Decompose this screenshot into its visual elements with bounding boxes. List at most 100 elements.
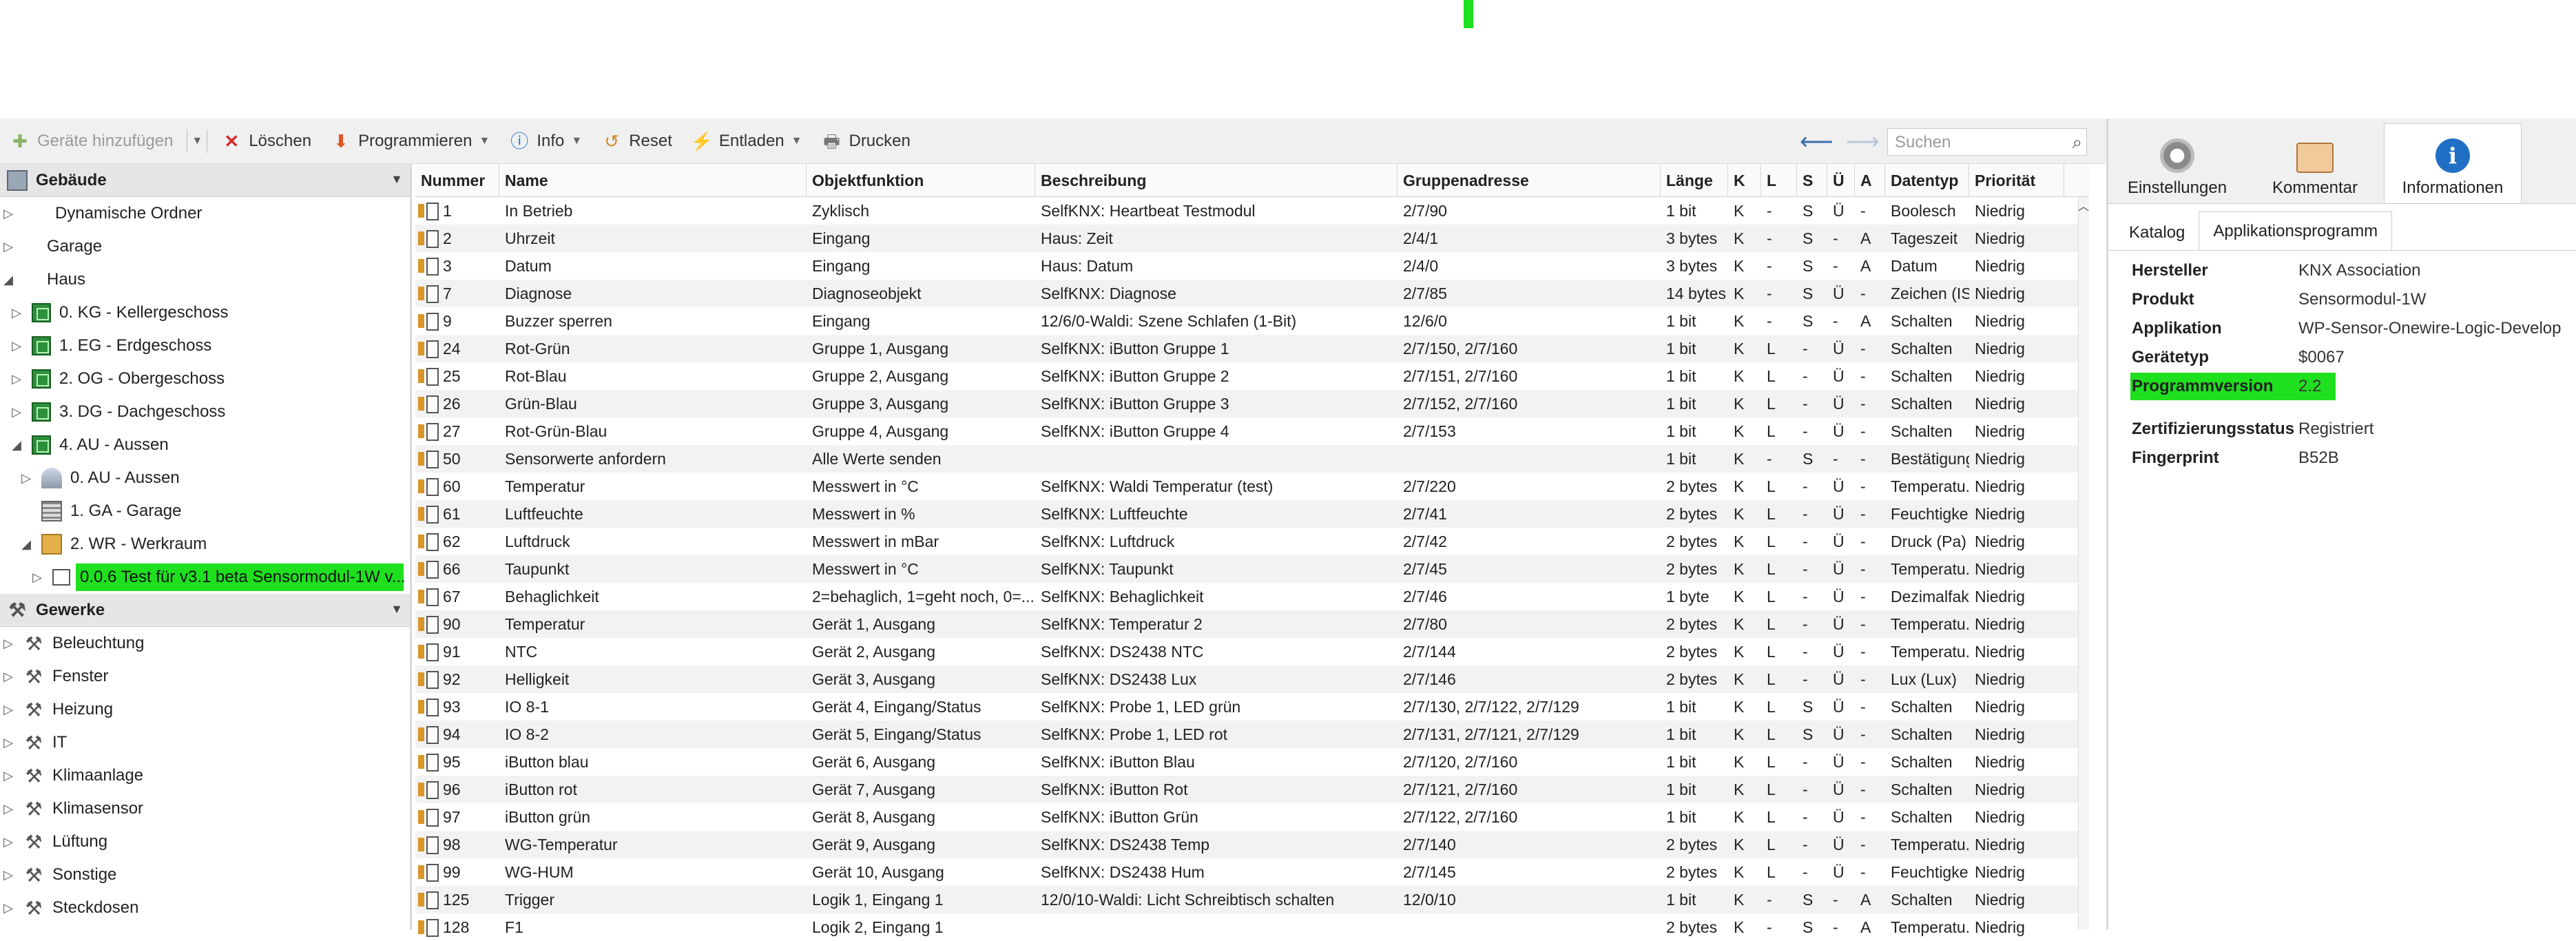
table-row[interactable]: 27 Rot-Grün-Blau Gruppe 4, Ausgang SelfKNX:… [415,417,2089,445]
collapse-arrow-icon[interactable]: ◢ [1,273,15,287]
table-row[interactable]: 98 WG-Temperatur Gerät 9, Ausgang SelfKNX: … [415,831,2089,858]
table-row[interactable]: 93 IO 8-1 Gerät 4, Eingang/Status SelfKNX: … [415,693,2089,721]
table-row[interactable]: 24 Rot-Grün Gruppe 1, Ausgang SelfKNX: iBut… [415,335,2089,362]
expand-arrow-icon[interactable]: ▷ [1,240,15,254]
scroll-up-arrow-icon[interactable]: ︿ [2078,197,2089,216]
table-row[interactable]: 26 Grün-Blau Gruppe 3, Ausgang SelfKNX: iBu… [415,390,2089,417]
table-row[interactable]: 25 Rot-Blau Gruppe 2, Ausgang SelfKNX: iBut… [415,362,2089,390]
table-row[interactable]: 128 F1 Logik 2, Eingang 1 2 bytes K - S - A Tempe… [415,913,2089,941]
column-header-description[interactable]: Beschreibung [1035,164,1398,197]
trades-section-header[interactable]: ⚒ Gewerke ▼ [0,594,410,627]
chevron-down-icon[interactable]: ▼ [791,135,802,147]
search-input[interactable]: Suchen ⌕ [1887,128,2087,156]
tree-item-garage[interactable]: ▷ Garage [0,230,410,263]
tree-item-kg[interactable]: ▷ 0. KG - Kellergeschoss [0,296,410,329]
delete-button[interactable]: ✕ Löschen [211,118,321,164]
tree-item-ga-garage[interactable]: 1. GA - Garage [0,495,410,528]
expand-arrow-icon[interactable]: ▷ [30,570,44,585]
chevron-down-icon[interactable]: ▼ [479,135,490,147]
expand-arrow-icon[interactable]: ▷ [1,703,15,717]
column-header-object-function[interactable]: Objektfunktion [807,164,1035,197]
table-row[interactable]: 61 Luftfeuchte Messwert in % SelfKNX: Luftf… [415,500,2089,528]
column-header-length[interactable]: Länge [1661,164,1728,197]
table-row[interactable]: 95 iButton blau Gerät 6, Ausgang SelfKNX: i… [415,748,2089,776]
table-row[interactable]: 96 iButton rot Gerät 7, Ausgang SelfKNX: iB… [415,776,2089,803]
table-row[interactable]: 66 Taupunkt Messwert in °C SelfKNX: Taupunk… [415,555,2089,583]
chevron-down-icon[interactable]: ▼ [391,602,403,617]
table-row[interactable]: 92 Helligkeit Gerät 3, Ausgang SelfKNX: DS2… [415,665,2089,693]
table-row[interactable]: 91 NTC Gerät 2, Ausgang SelfKNX: DS2438 NTC… [415,638,2089,665]
expand-arrow-icon[interactable]: ▷ [1,637,15,651]
print-button[interactable]: 🖶 Drucken [811,118,920,164]
table-row[interactable]: 50 Sensorwerte anfordern Alle Werte senden… [415,445,2089,473]
tree-item-eg[interactable]: ▷ 1. EG - Erdgeschoss [0,329,410,362]
table-row[interactable]: 1 In Betrieb Zyklisch SelfKNX: Heartbeat Te… [415,197,2089,225]
info-button[interactable]: ⓘ Info ▼ [499,118,592,164]
tab-information[interactable]: i Informationen [2384,123,2522,203]
table-row[interactable]: 9 Buzzer sperren Eingang 12/6/0-Waldi: Szen… [415,307,2089,335]
tree-item-trade[interactable]: ▷ ⚒ Heizung [0,693,410,726]
selected-device-label[interactable]: 0.0.6 Test für v3.1 beta Sensormodul-1W … [76,563,406,591]
tree-item-trade[interactable]: ▷ ⚒ Klimasensor [0,792,410,825]
expand-arrow-icon[interactable]: ▷ [1,835,15,849]
expand-arrow-icon[interactable]: ▷ [1,736,15,750]
tree-item-trade[interactable]: ▷ ⚒ Lüftung [0,825,410,858]
vertical-scrollbar[interactable] [2078,197,2089,929]
column-header-k[interactable]: K [1728,164,1761,197]
tree-item-trade[interactable]: ▷ ⚒ Klimaanlage [0,759,410,792]
tab-application-program[interactable]: Applikationsprogramm [2199,211,2393,250]
tree-item-dynamic-folders[interactable]: ▷ Dynamische Ordner [0,197,410,230]
tree-item-trade[interactable]: ▷ ⚒ Sonstige [0,858,410,891]
tree-item-haus[interactable]: ◢ Haus [0,263,410,296]
table-row[interactable]: 99 WG-HUM Gerät 10, Ausgang SelfKNX: DS2438… [415,858,2089,886]
table-row[interactable]: 125 Trigger Logik 1, Eingang 1 12/0/10-Wald… [415,886,2089,913]
collapse-arrow-icon[interactable]: ◢ [10,438,23,453]
tree-item-au[interactable]: ◢ 4. AU - Aussen [0,428,410,462]
column-header-group-address[interactable]: Gruppenadresse [1398,164,1661,197]
tab-comment[interactable]: Kommentar [2246,123,2384,203]
expand-arrow-icon[interactable]: ▷ [1,769,15,783]
tree-item-au-aussen[interactable]: ▷ 0. AU - Aussen [0,462,410,495]
tree-item-dg[interactable]: ▷ 3. DG - Dachgeschoss [0,395,410,428]
table-row[interactable]: 7 Diagnose Diagnoseobjekt SelfKNX: Diagnose… [415,280,2089,307]
program-button[interactable]: ⬇ Programmieren ▼ [321,118,499,164]
tab-settings[interactable]: Einstellungen [2108,123,2246,203]
expand-arrow-icon[interactable]: ▷ [10,339,23,353]
reset-button[interactable]: ↺ Reset [592,118,682,164]
buildings-section-header[interactable]: Gebäude ▼ [0,164,410,197]
tree-item-trade[interactable]: ▷ ⚒ IT [0,726,410,759]
table-row[interactable]: 3 Datum Eingang Haus: Datum 2/4/0 3 bytes K - S -… [415,252,2089,280]
expand-arrow-icon[interactable]: ▷ [10,306,23,320]
add-devices-button[interactable]: ✚ Geräte hinzufügen [0,118,183,164]
chevron-down-icon[interactable]: ▼ [191,135,202,147]
column-header-priority[interactable]: Priorität [1969,164,2064,197]
expand-arrow-icon[interactable]: ▷ [19,471,33,486]
column-header-number[interactable]: Nummer [415,164,499,197]
column-header-u[interactable]: Ü [1827,164,1855,197]
expand-arrow-icon[interactable]: ▷ [1,670,15,684]
collapse-arrow-icon[interactable]: ◢ [19,537,33,552]
column-header-l[interactable]: L [1761,164,1797,197]
tab-catalog[interactable]: Katalog [2115,216,2199,250]
tree-item-wr-werkraum[interactable]: ◢ 2. WR - Werkraum [0,528,410,561]
table-row[interactable]: 62 Luftdruck Messwert in mBar SelfKNX: Luft… [415,528,2089,555]
expand-arrow-icon[interactable]: ▷ [1,901,15,916]
expand-arrow-icon[interactable]: ▷ [10,405,23,420]
chevron-down-icon[interactable]: ▼ [571,135,582,147]
expand-arrow-icon[interactable]: ▷ [1,207,15,221]
tree-item-og[interactable]: ▷ 2. OG - Obergeschoss [0,362,410,395]
table-row[interactable]: 90 Temperatur Gerät 1, Ausgang SelfKNX: Tem… [415,610,2089,638]
back-arrow-icon[interactable]: ⟵ [1800,128,1834,156]
table-row[interactable]: 2 Uhrzeit Eingang Haus: Zeit 2/4/1 3 bytes K - S… [415,225,2089,252]
chevron-down-icon[interactable]: ▼ [391,172,403,187]
tree-item-device-selected[interactable]: ▷ 0.0.6 Test für v3.1 beta Sensormodul-1… [0,561,410,594]
tree-item-trade[interactable]: ▷ ⚒ Steckdosen [0,891,410,924]
forward-arrow-icon[interactable]: ⟶ [1846,128,1880,156]
column-header-s[interactable]: S [1797,164,1827,197]
expand-arrow-icon[interactable]: ▷ [1,802,15,816]
column-header-datatype[interactable]: Datentyp [1885,164,1969,197]
expand-arrow-icon[interactable]: ▷ [10,372,23,386]
table-row[interactable]: 94 IO 8-2 Gerät 5, Eingang/Status SelfKNX: … [415,721,2089,748]
unload-button[interactable]: ⚡ Entladen ▼ [682,118,812,164]
table-row[interactable]: 60 Temperatur Messwert in °C SelfKNX: Waldi… [415,473,2089,500]
